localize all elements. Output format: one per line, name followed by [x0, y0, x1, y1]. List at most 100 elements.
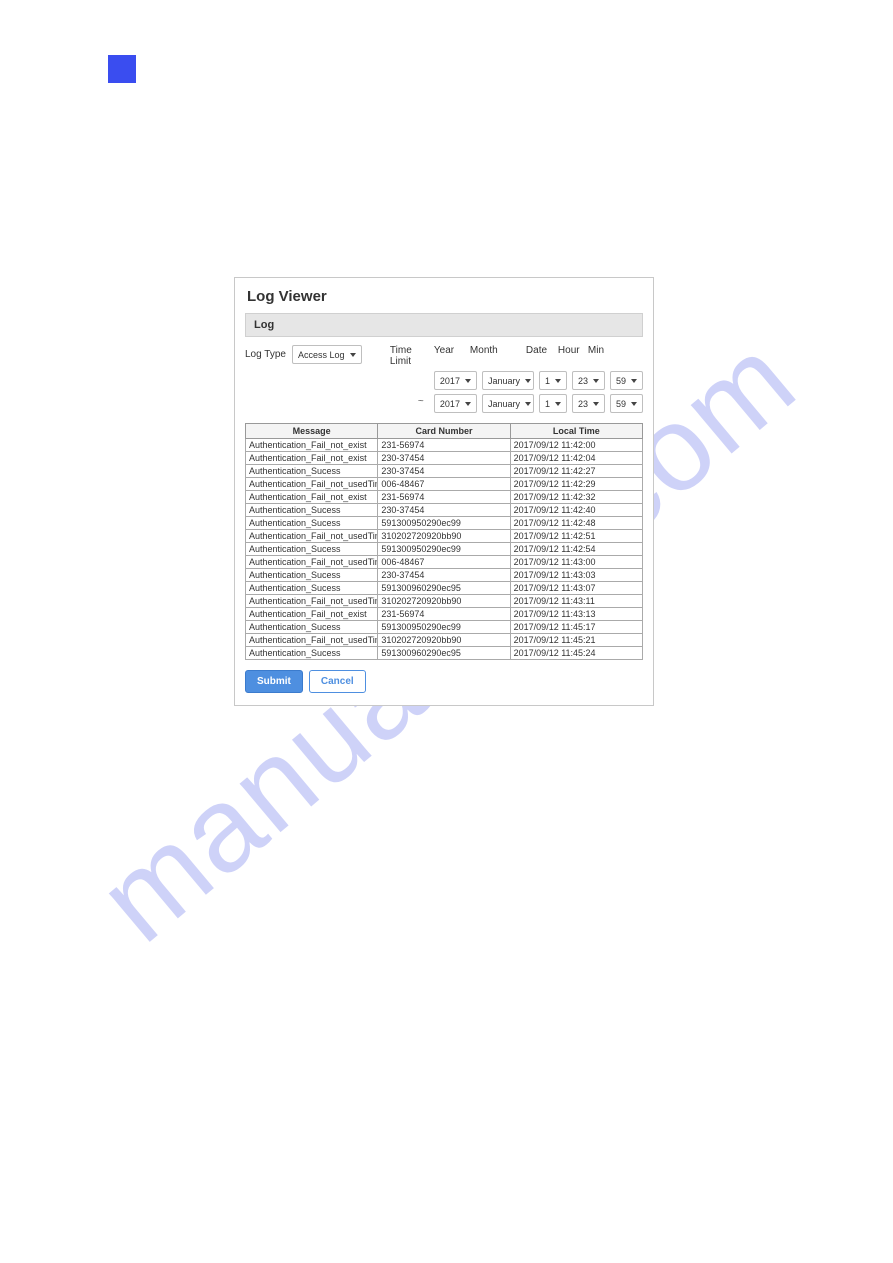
to-min-value: 59 — [616, 399, 626, 409]
from-min-select[interactable]: 59 — [610, 371, 643, 390]
table-row: Authentication_Fail_not_exist231-5697420… — [246, 608, 643, 621]
filter-row: Log Type Access Log Time Limit Year Mont… — [245, 345, 643, 417]
section-header-log: Log — [245, 313, 643, 337]
to-min-select[interactable]: 59 — [610, 394, 643, 413]
cell-time: 2017/09/12 11:45:17 — [510, 621, 642, 634]
time-from-row: 2017 January 1 23 59 — [434, 371, 643, 390]
cell-message: Authentication_Fail_not_exist — [246, 452, 378, 465]
cell-time: 2017/09/12 11:43:03 — [510, 569, 642, 582]
button-row: Submit Cancel — [245, 670, 643, 693]
cell-time: 2017/09/12 11:42:27 — [510, 465, 642, 478]
log-type-label: Log Type — [245, 349, 286, 360]
to-year-select[interactable]: 2017 — [434, 394, 477, 413]
chevron-down-icon — [631, 402, 637, 406]
cell-time: 2017/09/12 11:43:11 — [510, 595, 642, 608]
cell-message: Authentication_Sucess — [246, 621, 378, 634]
cell-time: 2017/09/12 11:43:00 — [510, 556, 642, 569]
cell-card: 231-56974 — [378, 439, 510, 452]
from-year-select[interactable]: 2017 — [434, 371, 477, 390]
cell-time: 2017/09/12 11:45:24 — [510, 647, 642, 660]
cancel-button[interactable]: Cancel — [309, 670, 366, 693]
cell-card: 230-37454 — [378, 504, 510, 517]
chevron-down-icon — [593, 402, 599, 406]
cell-message: Authentication_Sucess — [246, 569, 378, 582]
table-row: Authentication_Fail_not_usedTime006-4846… — [246, 478, 643, 491]
chevron-down-icon — [593, 379, 599, 383]
cell-message: Authentication_Fail_not_exist — [246, 491, 378, 504]
time-limit-header-row: Time Limit Year Month Date Hour Min — [390, 345, 643, 367]
from-month-value: January — [488, 376, 520, 386]
log-viewer-panel: Log Viewer Log Log Type Access Log Time … — [234, 277, 654, 706]
to-month-select[interactable]: January — [482, 394, 534, 413]
cell-card: 591300960290ec95 — [378, 582, 510, 595]
table-row: Authentication_Fail_not_exist231-5697420… — [246, 439, 643, 452]
cell-message: Authentication_Sucess — [246, 582, 378, 595]
to-hour-select[interactable]: 23 — [572, 394, 605, 413]
cell-message: Authentication_Sucess — [246, 465, 378, 478]
panel-title: Log Viewer — [247, 288, 643, 305]
cell-message: Authentication_Fail_not_usedTime — [246, 595, 378, 608]
cell-message: Authentication_Sucess — [246, 543, 378, 556]
table-row: Authentication_Sucess230-374542017/09/12… — [246, 569, 643, 582]
cell-time: 2017/09/12 11:42:54 — [510, 543, 642, 556]
cell-message: Authentication_Fail_not_usedTime — [246, 556, 378, 569]
cell-message: Authentication_Sucess — [246, 517, 378, 530]
cell-time: 2017/09/12 11:43:13 — [510, 608, 642, 621]
chevron-down-icon — [631, 379, 637, 383]
submit-button[interactable]: Submit — [245, 670, 303, 693]
cell-card: 230-37454 — [378, 465, 510, 478]
table-row: Authentication_Sucess591300960290ec95201… — [246, 582, 643, 595]
chevron-down-icon — [555, 379, 561, 383]
time-header-year: Year — [434, 345, 470, 367]
cell-card: 591300960290ec95 — [378, 647, 510, 660]
cell-time: 2017/09/12 11:45:21 — [510, 634, 642, 647]
cell-message: Authentication_Sucess — [246, 504, 378, 517]
col-local-time: Local Time — [510, 424, 642, 439]
cell-time: 2017/09/12 11:42:04 — [510, 452, 642, 465]
chevron-down-icon — [525, 402, 531, 406]
cell-card: 230-37454 — [378, 452, 510, 465]
table-row: Authentication_Sucess230-374542017/09/12… — [246, 465, 643, 478]
time-header-hour: Hour — [558, 345, 588, 367]
chevron-down-icon — [465, 402, 471, 406]
cell-card: 310202720920bb90 — [378, 530, 510, 543]
from-month-select[interactable]: January — [482, 371, 534, 390]
table-row: Authentication_Fail_not_usedTime31020272… — [246, 595, 643, 608]
decorative-blue-square — [108, 55, 136, 83]
cell-message: Authentication_Fail_not_usedTime — [246, 634, 378, 647]
table-row: Authentication_Fail_not_usedTime31020272… — [246, 530, 643, 543]
chevron-down-icon — [525, 379, 531, 383]
cell-card: 591300950290ec99 — [378, 621, 510, 634]
col-message: Message — [246, 424, 378, 439]
from-date-select[interactable]: 1 — [539, 371, 567, 390]
cell-card: 231-56974 — [378, 608, 510, 621]
table-row: Authentication_Fail_not_exist230-3745420… — [246, 452, 643, 465]
cell-time: 2017/09/12 11:42:00 — [510, 439, 642, 452]
time-limit-block: Time Limit Year Month Date Hour Min 2017… — [390, 345, 643, 417]
table-row: Authentication_Fail_not_exist231-5697420… — [246, 491, 643, 504]
chevron-down-icon — [465, 379, 471, 383]
cell-card: 310202720920bb90 — [378, 634, 510, 647]
cell-card: 591300950290ec99 — [378, 517, 510, 530]
time-to-row: ~ 2017 January 1 23 59 — [434, 394, 643, 413]
to-date-value: 1 — [545, 399, 550, 409]
log-type-select[interactable]: Access Log — [292, 345, 362, 364]
range-tilde: ~ — [418, 396, 424, 407]
from-hour-select[interactable]: 23 — [572, 371, 605, 390]
time-limit-label: Time Limit — [390, 345, 434, 367]
col-card-number: Card Number — [378, 424, 510, 439]
table-row: Authentication_Sucess591300950290ec99201… — [246, 543, 643, 556]
time-header-date: Date — [526, 345, 558, 367]
chevron-down-icon — [350, 353, 356, 357]
cell-card: 310202720920bb90 — [378, 595, 510, 608]
cell-time: 2017/09/12 11:43:07 — [510, 582, 642, 595]
cell-time: 2017/09/12 11:42:40 — [510, 504, 642, 517]
cell-message: Authentication_Fail_not_usedTime — [246, 530, 378, 543]
from-year-value: 2017 — [440, 376, 460, 386]
cell-card: 231-56974 — [378, 491, 510, 504]
table-row: Authentication_Sucess591300950290ec99201… — [246, 621, 643, 634]
cell-time: 2017/09/12 11:42:48 — [510, 517, 642, 530]
chevron-down-icon — [555, 402, 561, 406]
to-date-select[interactable]: 1 — [539, 394, 567, 413]
cell-time: 2017/09/12 11:42:29 — [510, 478, 642, 491]
